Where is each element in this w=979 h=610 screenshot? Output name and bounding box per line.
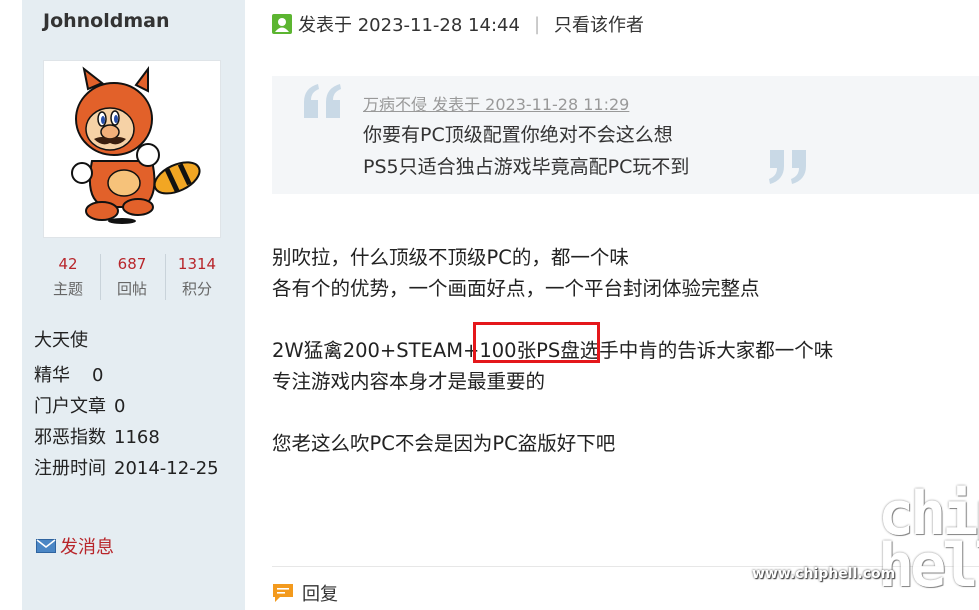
stat-points-label: 积分 [181, 280, 212, 298]
stat-replies-label: 回帖 [116, 280, 147, 298]
stat-divider [100, 254, 101, 300]
info-value: 1168 [114, 427, 160, 448]
info-value: 0 [92, 365, 104, 386]
info-key: 门户文章 [34, 396, 106, 417]
post-body-line: 各有个的优势，一个画面好点，一个平台封闭体验完整点 [272, 277, 760, 300]
info-key: 邪恶指数 [34, 427, 106, 448]
send-message-label: 发消息 [60, 537, 114, 558]
close-quote-icon [769, 150, 806, 184]
stat-replies[interactable]: 687 回帖 [102, 252, 162, 302]
username[interactable]: Johnoldman [43, 10, 170, 32]
send-message-button[interactable]: 发消息 [36, 533, 114, 559]
stat-divider [165, 254, 166, 300]
quote-line: PS5只适合独占游戏毕竟高配PC玩不到 [363, 156, 690, 178]
info-key: 注册时间 [34, 458, 106, 479]
post-body-line: 专注游戏内容本身才是最重要的 [272, 370, 546, 393]
watermark-url: www.chiphell.com [752, 566, 896, 582]
post-timestamp: 发表于 2023-11-28 14:44 [298, 15, 520, 36]
user-group[interactable]: 大天使 [34, 326, 88, 352]
stat-topics[interactable]: 42 主题 [38, 252, 98, 302]
reply-label: 回复 [302, 584, 338, 605]
info-row-portal-articles: 门户文章 0 [34, 392, 125, 418]
quote-line: 你要有PC顶级配置你绝对不会这么想 [363, 124, 673, 146]
info-key: 精华 [34, 365, 70, 386]
info-row-evil-index: 邪恶指数 1168 [34, 423, 160, 449]
open-quote-icon [304, 84, 341, 118]
info-row-digest: 精华 0 [34, 361, 103, 387]
online-status-icon [272, 14, 292, 34]
user-stats: 42 主题 687 回帖 1314 积分 [22, 252, 244, 304]
page-gutter [0, 0, 22, 610]
stat-points[interactable]: 1314 积分 [167, 252, 227, 302]
author-only-link[interactable]: 只看该作者 [554, 11, 644, 37]
column-divider [244, 0, 245, 610]
info-row-register-date: 注册时间 2014-12-25 [34, 454, 219, 480]
user-sidebar: Johnoldman 42 主题 687 回帖 1314 积分 大天使 精华 0… [22, 0, 244, 610]
avatar[interactable] [43, 60, 221, 238]
info-value: 0 [114, 396, 126, 417]
tanooki-mario-avatar [71, 66, 201, 224]
reply-icon [273, 584, 293, 602]
quote-block: 万病不侵 发表于 2023-11-28 11:29 你要有PC顶级配置你绝对不会… [272, 76, 979, 194]
quote-source-link[interactable]: 万病不侵 发表于 2023-11-28 11:29 [363, 91, 629, 115]
info-value: 2014-12-25 [114, 458, 219, 479]
header-separator: | [533, 13, 541, 35]
envelope-icon [36, 539, 56, 553]
red-highlight-annotation [473, 322, 600, 363]
post-body-line: 您老这么吹PC不会是因为PC盗版好下吧 [272, 432, 616, 455]
post-body-line: 别吹拉，什么顶级不顶级PC的，都一个味 [272, 246, 629, 269]
reply-button[interactable]: 回复 [272, 580, 338, 606]
post-header: 发表于 2023-11-28 14:44 | 只看该作者 [272, 11, 644, 37]
stat-replies-value: 687 [117, 255, 147, 273]
stat-points-value: 1314 [177, 255, 217, 273]
stat-topics-label: 主题 [52, 280, 83, 298]
stat-topics-value: 42 [58, 255, 78, 273]
